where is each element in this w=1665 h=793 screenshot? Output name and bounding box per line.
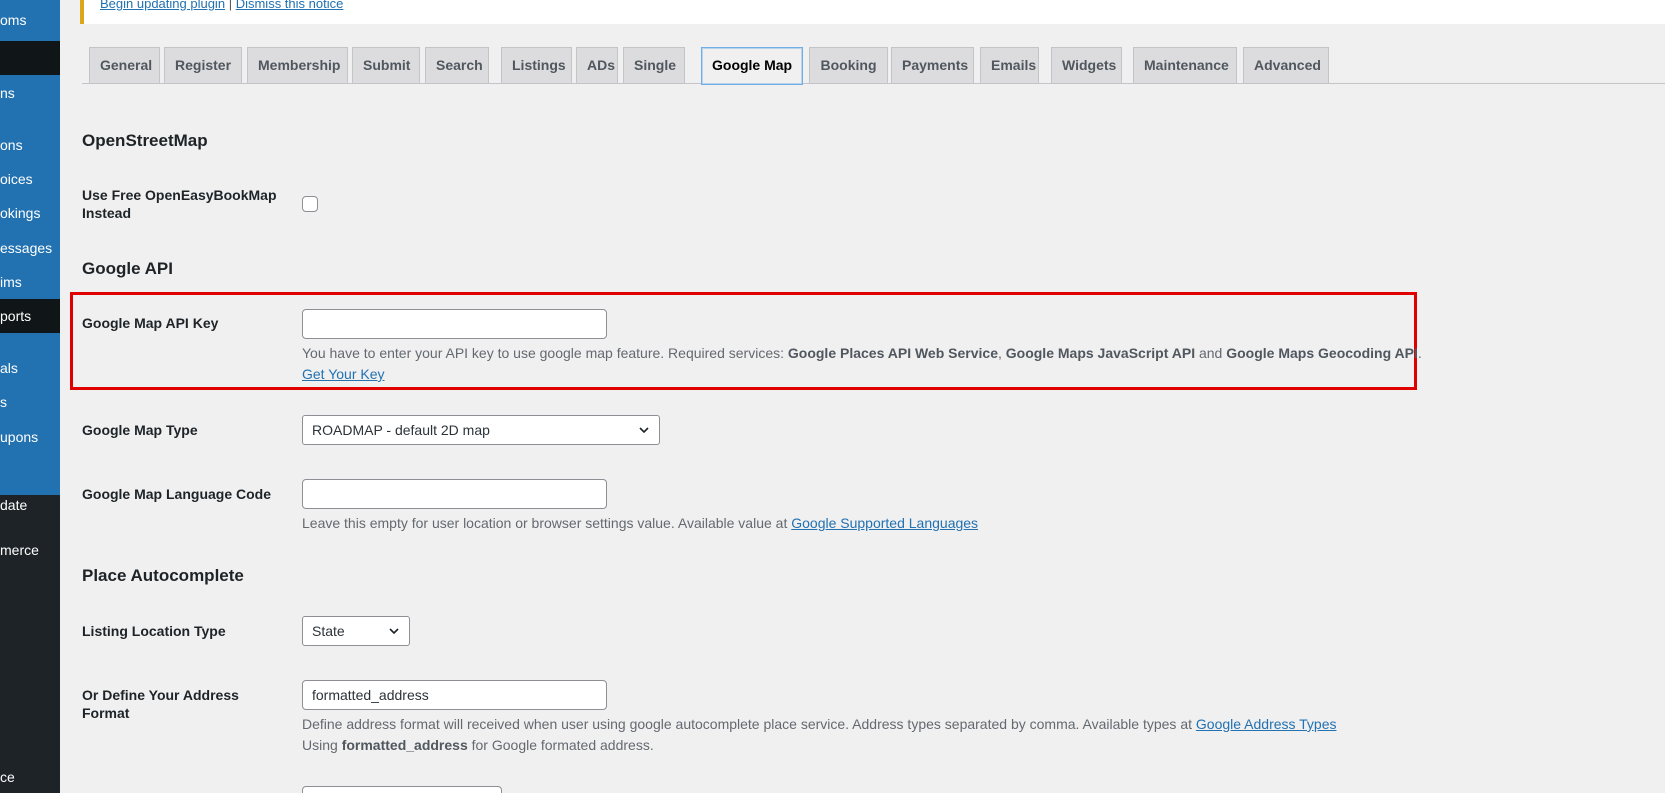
required-service-places: Google Places API Web Service <box>787 345 998 361</box>
tab-membership[interactable]: Membership <box>247 47 348 84</box>
sidebar-item-label: upons <box>0 429 39 445</box>
sidebar-item-deals[interactable]: als <box>0 351 60 385</box>
map-type-value: ROADMAP - default 2D map <box>312 422 490 438</box>
sidebar-item-options[interactable]: ns <box>0 76 60 110</box>
api-key-label: Google Map API Key <box>82 315 219 331</box>
get-your-key-link[interactable]: Get Your Key <box>302 366 385 382</box>
api-key-description: You have to enter your API key to use go… <box>302 343 1422 364</box>
sidebar-item-coupons[interactable]: upons <box>0 420 60 454</box>
tab-payments[interactable]: Payments <box>891 47 974 84</box>
section-heading-openstreetmap: OpenStreetMap <box>82 131 208 150</box>
sidebar-item-label: oms <box>0 12 27 28</box>
sidebar-item-label: ce <box>0 769 15 785</box>
sidebar-item-ce[interactable]: ce <box>0 760 60 793</box>
tab-booking[interactable]: Booking <box>809 47 888 84</box>
sidebar-item-label: ports <box>0 308 32 324</box>
sidebar-item-label: s <box>0 394 7 410</box>
sidebar-item-label: date <box>0 497 28 513</box>
sidebar-item-label: essages <box>0 240 53 256</box>
use-free-map-checkbox[interactable] <box>302 196 318 212</box>
sidebar-item-label: ims <box>0 274 22 290</box>
location-type-value: State <box>312 623 345 639</box>
google-supported-languages-link[interactable]: Google Supported Languages <box>791 515 978 531</box>
sidebar-item-messages[interactable]: essages <box>0 231 60 265</box>
tab-single[interactable]: Single <box>623 47 685 84</box>
sidebar-item-s[interactable]: s <box>0 385 60 419</box>
address-format-note: Using formatted_address for Google forma… <box>302 735 654 756</box>
tab-submit[interactable]: Submit <box>352 47 420 84</box>
address-note-code: formatted_address <box>341 737 468 753</box>
notice-separator: | <box>228 0 233 11</box>
api-key-input[interactable] <box>302 309 607 339</box>
tab-search[interactable]: Search <box>425 47 489 84</box>
sidebar-item-claims[interactable]: ims <box>0 265 60 299</box>
map-type-label: Google Map Type <box>82 422 198 438</box>
sidebar-separator <box>0 41 60 75</box>
update-notice: Begin updating plugin | Dismiss this not… <box>80 0 1665 24</box>
address-note-c: for Google formated address. <box>467 737 654 753</box>
google-address-types-link[interactable]: Google Address Types <box>1196 716 1337 732</box>
sidebar-item-invoices[interactable]: oices <box>0 162 60 196</box>
location-type-select[interactable]: State <box>302 616 410 646</box>
api-key-desc-sep: and <box>1195 345 1227 361</box>
highlight-box <box>70 292 1417 390</box>
admin-sidebar: oms ns ons oices okings essages ims port… <box>0 0 60 793</box>
sidebar-item-bookings[interactable]: okings <box>0 196 60 230</box>
use-free-map-label: Use Free OpenEasyBookMap Instead <box>82 187 277 221</box>
api-key-desc-text: You have to enter your API key to use go… <box>302 345 788 361</box>
required-service-geocoding: Google Maps Geocoding API <box>1226 345 1418 361</box>
begin-updating-link[interactable]: Begin updating plugin <box>100 0 225 11</box>
tab-advanced[interactable]: Advanced <box>1243 47 1329 84</box>
tab-ads[interactable]: ADs <box>576 47 618 84</box>
sidebar-item-label: merce <box>0 542 39 558</box>
sidebar-item-label: okings <box>0 205 41 221</box>
sidebar-item-locations[interactable]: ons <box>0 128 60 162</box>
section-heading-place-autocomplete: Place Autocomplete <box>82 566 244 585</box>
location-type-label: Listing Location Type <box>82 623 226 639</box>
tab-listings[interactable]: Listings <box>501 47 572 84</box>
language-desc-text: Leave this empty for user location or br… <box>302 515 792 531</box>
api-key-desc-end: . <box>1417 345 1422 361</box>
required-service-js: Google Maps JavaScript API <box>1005 345 1196 361</box>
sidebar-item-rooms[interactable]: oms <box>0 0 60 41</box>
settings-tabs: General Register Membership Submit Searc… <box>82 47 1665 85</box>
sidebar-item-label: ons <box>0 137 23 153</box>
sidebar-item-label: ns <box>0 85 15 101</box>
map-type-select[interactable]: ROADMAP - default 2D map <box>302 415 660 445</box>
tab-maintenance[interactable]: Maintenance <box>1133 47 1237 84</box>
tab-widgets[interactable]: Widgets <box>1051 47 1122 84</box>
address-desc-text: Define address format will received when… <box>302 716 1196 732</box>
chevron-down-icon <box>389 628 399 635</box>
sidebar-item-label: oices <box>0 171 33 187</box>
sidebar-item-reports[interactable]: ports <box>0 299 60 333</box>
notice-links: Begin updating plugin | Dismiss this not… <box>100 0 343 11</box>
sidebar-item-update[interactable]: date <box>0 488 60 522</box>
tab-general[interactable]: General <box>89 47 160 84</box>
sidebar-item-woocommerce[interactable]: merce <box>0 533 60 567</box>
tab-google-map[interactable]: Google Map <box>701 47 803 85</box>
address-format-description: Define address format will received when… <box>302 714 1337 735</box>
language-code-description: Leave this empty for user location or br… <box>302 513 978 534</box>
sidebar-item-label: als <box>0 360 18 376</box>
language-code-label: Google Map Language Code <box>82 486 272 502</box>
chevron-down-icon <box>639 427 649 434</box>
api-key-desc-sep: , <box>997 345 1006 361</box>
language-code-input[interactable] <box>302 479 607 509</box>
tab-register[interactable]: Register <box>164 47 242 84</box>
get-key-row: Get Your Key <box>302 364 385 385</box>
next-field-input[interactable] <box>302 786 502 793</box>
address-note-a: Using <box>302 737 342 753</box>
tab-emails[interactable]: Emails <box>980 47 1039 84</box>
dismiss-notice-link[interactable]: Dismiss this notice <box>236 0 344 11</box>
address-format-input[interactable] <box>302 680 607 710</box>
address-format-label: Or Define Your Address Format <box>82 687 239 721</box>
section-heading-google-api: Google API <box>82 259 173 278</box>
